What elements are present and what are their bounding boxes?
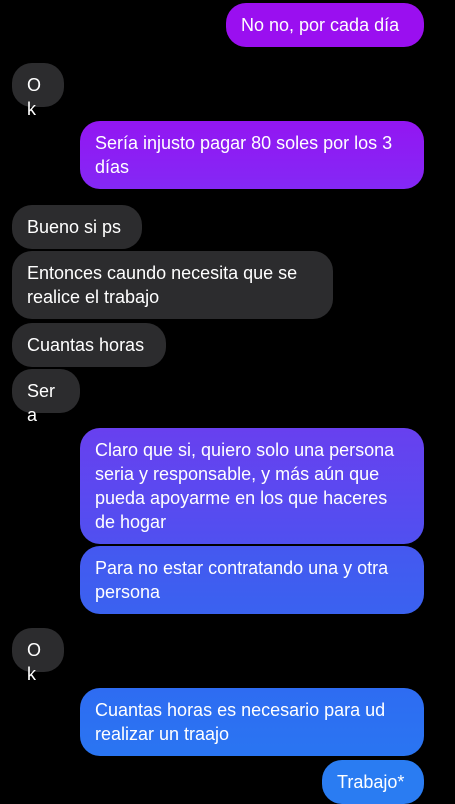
incoming-message-bubble[interactable]: Ok (12, 628, 64, 684)
incoming-message-bubble[interactable]: Entonces caundo necesita que se realice … (12, 251, 333, 319)
outgoing-message-bubble[interactable]: No no, por cada día (226, 3, 424, 47)
incoming-message-bubble[interactable]: Bueno si ps (12, 205, 142, 249)
outgoing-message-bubble[interactable]: Claro que si, quiero solo una persona se… (80, 428, 424, 544)
outgoing-message-bubble[interactable]: Trabajo* (322, 760, 424, 804)
incoming-message-bubble[interactable]: Cuantas horas (12, 323, 166, 367)
outgoing-message-bubble[interactable]: Cuantas horas es necesario para ud reali… (80, 688, 424, 756)
outgoing-message-bubble[interactable]: Sería injusto pagar 80 soles por los 3 d… (80, 121, 424, 189)
chat-thread: No no, por cada día Ok Sería injusto pag… (0, 0, 455, 804)
incoming-message-bubble[interactable]: Ok (12, 63, 64, 119)
incoming-message-bubble[interactable]: Sera (12, 369, 80, 425)
outgoing-message-bubble[interactable]: Para no estar contratando una y otra per… (80, 546, 424, 614)
